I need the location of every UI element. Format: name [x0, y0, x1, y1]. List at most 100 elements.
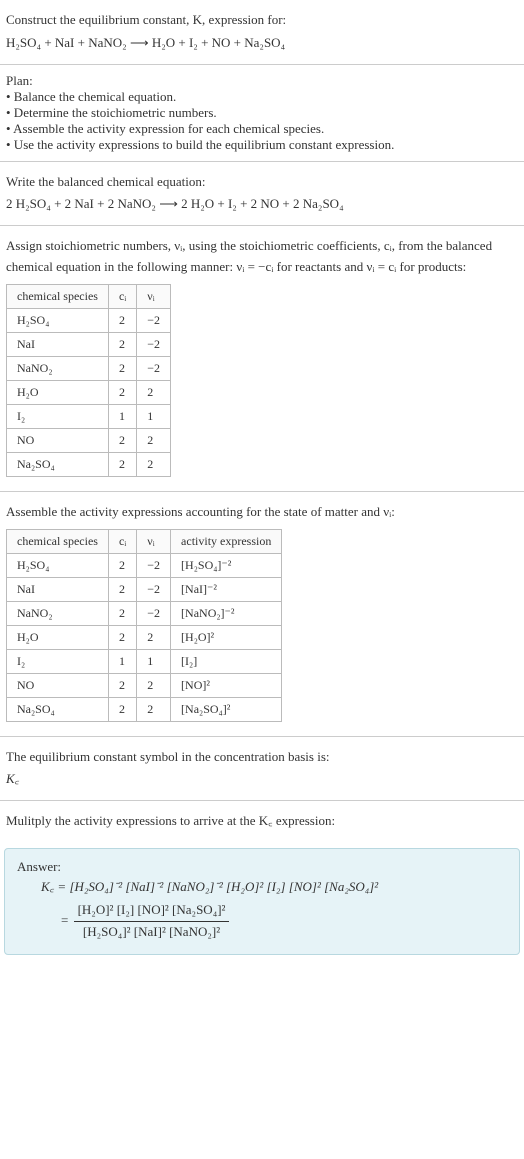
col-vi: νᵢ	[137, 529, 171, 553]
table-row: Na₂SO₄22	[7, 452, 171, 476]
cell: H₂SO₄	[7, 553, 109, 577]
cell: 2	[108, 601, 136, 625]
cell: [Na₂SO₄]²	[171, 697, 282, 721]
cell: −2	[137, 356, 171, 380]
col-species: chemical species	[7, 284, 109, 308]
cell: 2	[137, 697, 171, 721]
balanced-line-1: Write the balanced chemical equation:	[6, 172, 518, 193]
cell: 2	[108, 428, 136, 452]
kc-symbol-line-1: The equilibrium constant symbol in the c…	[6, 747, 518, 768]
cell: 2	[108, 697, 136, 721]
cell: [H₂SO₄]⁻²	[171, 553, 282, 577]
activity-section: Assemble the activity expressions accoun…	[0, 492, 524, 737]
cell: [NaI]⁻²	[171, 577, 282, 601]
col-ci: cᵢ	[108, 284, 136, 308]
table-row: NaI2−2[NaI]⁻²	[7, 577, 282, 601]
cell: 1	[137, 404, 171, 428]
cell: 2	[108, 308, 136, 332]
table-row: H₂O22[H₂O]²	[7, 625, 282, 649]
cell: −2	[137, 601, 171, 625]
stoich-section: Assign stoichiometric numbers, νᵢ, using…	[0, 226, 524, 492]
table-row: I₂11[I₂]	[7, 649, 282, 673]
cell: 1	[108, 404, 136, 428]
col-ci: cᵢ	[108, 529, 136, 553]
activity-table: chemical species cᵢ νᵢ activity expressi…	[6, 529, 282, 722]
cell: Na₂SO₄	[7, 452, 109, 476]
table-row: NaI2−2	[7, 332, 171, 356]
balanced-section: Write the balanced chemical equation: 2 …	[0, 162, 524, 227]
cell: [H₂O]²	[171, 625, 282, 649]
cell: NaI	[7, 332, 109, 356]
plan-bullet-4: • Use the activity expressions to build …	[6, 137, 518, 153]
answer-numerator: [H₂O]² [I₂] [NO]² [Na₂SO₄]²	[74, 900, 230, 922]
answer-box: Answer: K꜀ = [H₂SO₄]⁻² [NaI]⁻² [NaNO₂]⁻²…	[4, 848, 520, 955]
balanced-equation: 2 H₂SO₄ + 2 NaI + 2 NaNO₂ ⟶ 2 H₂O + I₂ +…	[6, 194, 518, 215]
answer-heading: Answer:	[17, 859, 507, 875]
table-row: NO22[NO]²	[7, 673, 282, 697]
table-row: NaNO₂2−2	[7, 356, 171, 380]
col-activity: activity expression	[171, 529, 282, 553]
table-row: I₂11	[7, 404, 171, 428]
kc-symbol: K꜀	[6, 769, 518, 790]
cell: NO	[7, 673, 109, 697]
stoich-intro: Assign stoichiometric numbers, νᵢ, using…	[6, 236, 518, 278]
cell: H₂O	[7, 380, 109, 404]
col-species: chemical species	[7, 529, 109, 553]
table-row: NO22	[7, 428, 171, 452]
kc-symbol-section: The equilibrium constant symbol in the c…	[0, 737, 524, 802]
cell: NaNO₂	[7, 601, 109, 625]
cell: 2	[108, 356, 136, 380]
plan-section: Plan: • Balance the chemical equation. •…	[0, 65, 524, 162]
cell: 2	[108, 673, 136, 697]
table-row: Na₂SO₄22[Na₂SO₄]²	[7, 697, 282, 721]
stoich-table: chemical species cᵢ νᵢ H₂SO₄2−2 NaI2−2 N…	[6, 284, 171, 477]
multiply-section: Mulitply the activity expressions to arr…	[0, 801, 524, 842]
cell: 2	[108, 332, 136, 356]
activity-intro: Assemble the activity expressions accoun…	[6, 502, 518, 523]
cell: I₂	[7, 649, 109, 673]
cell: 1	[137, 649, 171, 673]
cell: [I₂]	[171, 649, 282, 673]
plan-bullet-3: • Assemble the activity expression for e…	[6, 121, 518, 137]
cell: NO	[7, 428, 109, 452]
table-header-row: chemical species cᵢ νᵢ	[7, 284, 171, 308]
plan-bullet-2: • Determine the stoichiometric numbers.	[6, 105, 518, 121]
prompt-section: Construct the equilibrium constant, K, e…	[0, 0, 524, 65]
col-vi: νᵢ	[137, 284, 171, 308]
cell: Na₂SO₄	[7, 697, 109, 721]
table-row: NaNO₂2−2[NaNO₂]⁻²	[7, 601, 282, 625]
plan-heading: Plan:	[6, 73, 518, 89]
cell: 2	[137, 673, 171, 697]
table-row: H₂O22	[7, 380, 171, 404]
equals-sign: =	[61, 912, 68, 927]
cell: [NO]²	[171, 673, 282, 697]
cell: 2	[108, 625, 136, 649]
cell: H₂O	[7, 625, 109, 649]
cell: NaI	[7, 577, 109, 601]
table-row: H₂SO₄2−2	[7, 308, 171, 332]
cell: 2	[137, 625, 171, 649]
cell: 1	[108, 649, 136, 673]
answer-denominator: [H₂SO₄]² [NaI]² [NaNO₂]²	[74, 922, 230, 943]
table-header-row: chemical species cᵢ νᵢ activity expressi…	[7, 529, 282, 553]
cell: 2	[137, 380, 171, 404]
cell: 2	[137, 452, 171, 476]
cell: −2	[137, 577, 171, 601]
plan-bullet-1: • Balance the chemical equation.	[6, 89, 518, 105]
cell: 2	[108, 452, 136, 476]
answer-fraction: [H₂O]² [I₂] [NO]² [Na₂SO₄]² [H₂SO₄]² [Na…	[74, 900, 230, 943]
cell: −2	[137, 308, 171, 332]
cell: I₂	[7, 404, 109, 428]
cell: 2	[108, 553, 136, 577]
cell: −2	[137, 553, 171, 577]
cell: 2	[108, 380, 136, 404]
prompt-line-1: Construct the equilibrium constant, K, e…	[6, 10, 518, 31]
cell: −2	[137, 332, 171, 356]
cell: 2	[137, 428, 171, 452]
prompt-equation: H₂SO₄ + NaI + NaNO₂ ⟶ H₂O + I₂ + NO + Na…	[6, 33, 518, 54]
cell: H₂SO₄	[7, 308, 109, 332]
multiply-line: Mulitply the activity expressions to arr…	[6, 811, 518, 832]
table-row: H₂SO₄2−2[H₂SO₄]⁻²	[7, 553, 282, 577]
cell: [NaNO₂]⁻²	[171, 601, 282, 625]
answer-eq-line-1: K꜀ = [H₂SO₄]⁻² [NaI]⁻² [NaNO₂]⁻² [H₂O]² …	[17, 877, 507, 898]
